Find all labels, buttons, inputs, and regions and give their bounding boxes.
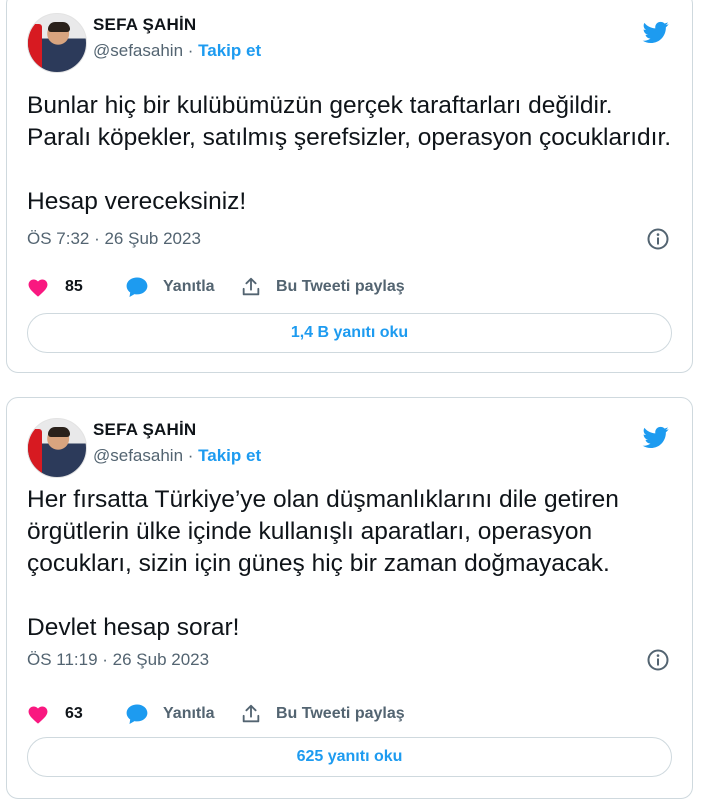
- tweet-card: SEFA ŞAHİN @sefasahin · Takip et Her fır…: [6, 397, 693, 799]
- reply-button[interactable]: Yanıtla: [125, 701, 215, 727]
- author-handle[interactable]: @sefasahin: [93, 41, 183, 60]
- reply-label: Yanıtla: [163, 705, 215, 722]
- timestamp[interactable]: ÖS 7:32 · 26 Şub 2023: [27, 229, 201, 248]
- share-button[interactable]: Bu Tweeti paylaş: [240, 701, 405, 727]
- handle-line: @sefasahin · Takip et: [93, 446, 261, 466]
- tweet-header: SEFA ŞAHİN @sefasahin · Takip et: [27, 418, 672, 482]
- reply-bubble-icon: [126, 277, 148, 297]
- twitter-bird-icon[interactable]: [640, 424, 672, 450]
- author-name[interactable]: SEFA ŞAHİN: [93, 15, 196, 35]
- tweet-actions: 63 Yanıtla Bu Tweeti paylaş: [27, 701, 667, 727]
- author-handle[interactable]: @sefasahin: [93, 446, 183, 465]
- follow-button[interactable]: Takip et: [198, 41, 261, 60]
- tweet-actions: 85 Yanıtla Bu Tweeti paylaş: [27, 274, 667, 300]
- reply-label: Yanıtla: [163, 278, 215, 295]
- flag-decoration: [28, 429, 42, 477]
- info-icon[interactable]: [646, 227, 670, 251]
- author-name[interactable]: SEFA ŞAHİN: [93, 420, 196, 440]
- like-button[interactable]: 85: [27, 274, 83, 300]
- share-icon: [242, 277, 260, 296]
- tweet-header: SEFA ŞAHİN @sefasahin · Takip et: [27, 13, 672, 77]
- handle-line: @sefasahin · Takip et: [93, 41, 261, 61]
- avatar-hair: [48, 22, 70, 32]
- like-count: 63: [65, 705, 83, 722]
- reply-bubble-icon: [126, 704, 148, 724]
- info-icon[interactable]: [646, 648, 670, 672]
- share-button[interactable]: Bu Tweeti paylaş: [240, 274, 405, 300]
- share-icon: [242, 704, 260, 723]
- tweet-card: SEFA ŞAHİN @sefasahin · Takip et Bunlar …: [6, 0, 693, 373]
- twitter-bird-icon[interactable]: [640, 19, 672, 45]
- heart-icon: [28, 279, 48, 297]
- timestamp[interactable]: ÖS 11:19 · 26 Şub 2023: [27, 650, 209, 669]
- share-label: Bu Tweeti paylaş: [276, 705, 405, 722]
- reply-button[interactable]: Yanıtla: [125, 274, 215, 300]
- tweet-meta: ÖS 11:19 · 26 Şub 2023: [27, 648, 670, 672]
- avatar[interactable]: [27, 418, 87, 478]
- heart-icon: [28, 706, 48, 724]
- follow-button[interactable]: Takip et: [198, 446, 261, 465]
- like-button[interactable]: 63: [27, 701, 83, 727]
- read-replies-button[interactable]: 625 yanıtı oku: [27, 737, 672, 777]
- share-label: Bu Tweeti paylaş: [276, 278, 405, 295]
- avatar-hair: [48, 427, 70, 437]
- read-replies-button[interactable]: 1,4 B yanıtı oku: [27, 313, 672, 353]
- separator: ·: [183, 41, 199, 60]
- avatar[interactable]: [27, 13, 87, 73]
- separator: ·: [183, 446, 199, 465]
- tweet-text: Bunlar hiç bir kulübümüzün gerçek taraft…: [27, 92, 672, 215]
- flag-decoration: [28, 24, 42, 72]
- tweet-meta: ÖS 7:32 · 26 Şub 2023: [27, 227, 670, 251]
- tweet-text: Her fırsatta Türkiye’ye olan düşmanlıkla…: [27, 486, 619, 641]
- like-count: 85: [65, 278, 83, 295]
